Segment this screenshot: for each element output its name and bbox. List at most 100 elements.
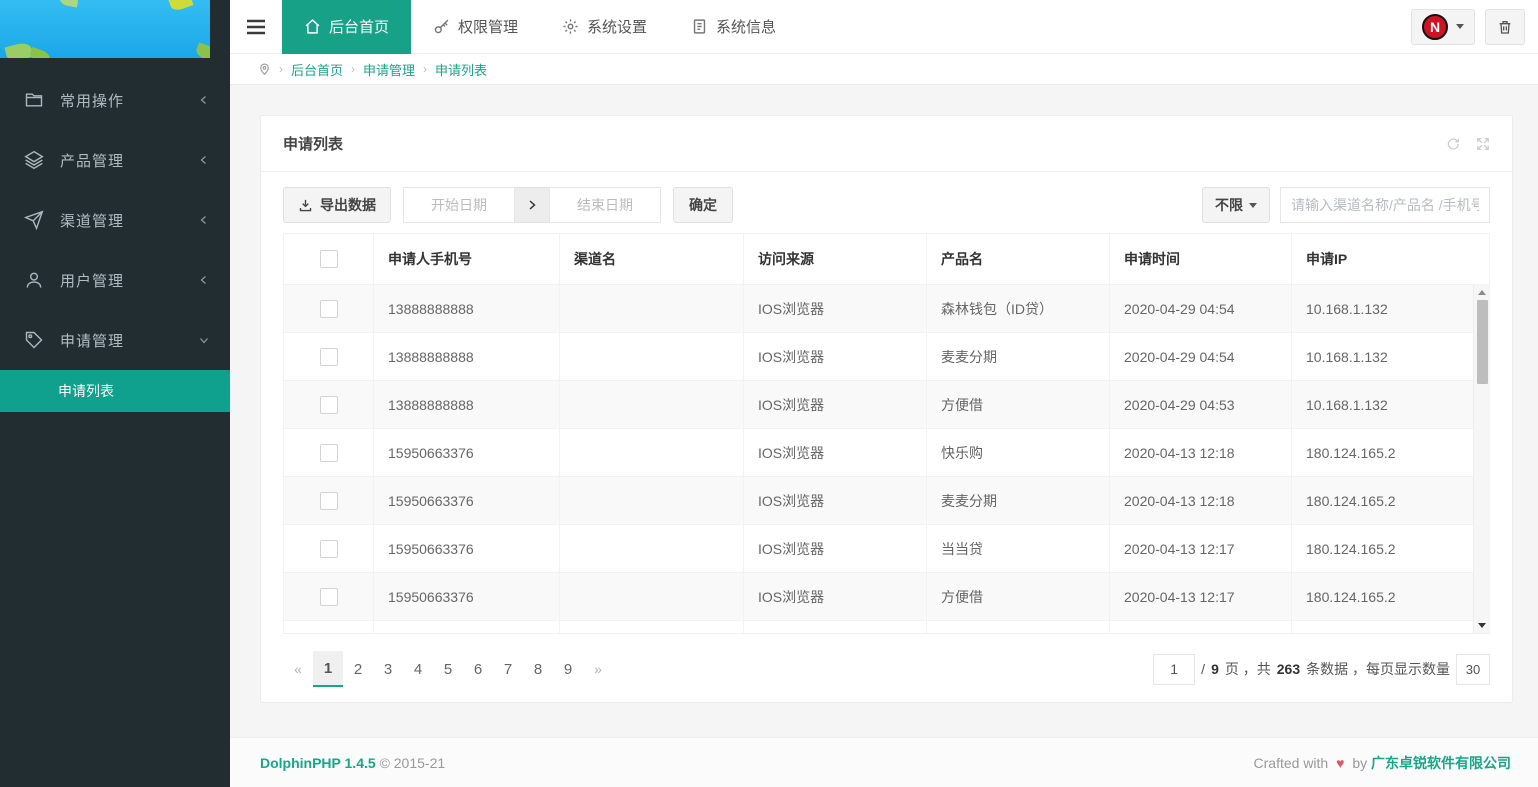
search-input[interactable] — [1280, 187, 1490, 223]
refresh-icon[interactable] — [1446, 137, 1460, 151]
cell-phone: 15950663376 — [374, 429, 560, 477]
sidebar-item-products[interactable]: 产品管理 — [0, 130, 230, 190]
tab-label: 系统设置 — [587, 16, 647, 37]
start-date-input[interactable] — [403, 187, 515, 223]
footer: DolphinPHP 1.4.5 © 2015-21 Crafted with … — [230, 737, 1538, 787]
page-button-3[interactable]: 3 — [373, 651, 403, 687]
breadcrumb-separator: › — [351, 62, 355, 76]
page-button-7[interactable]: 7 — [493, 651, 523, 687]
cell-channel — [560, 621, 744, 635]
table-row: 15950663376 IOS浏览器 当当贷 2020-04-13 12:17 … — [284, 525, 1490, 573]
avatar: N — [1422, 14, 1448, 40]
cell-product: 当当贷 — [927, 525, 1110, 573]
row-checkbox[interactable] — [320, 540, 338, 558]
caret-down-icon — [1456, 24, 1464, 29]
export-data-label: 导出数据 — [320, 195, 376, 215]
cell-source: IOS浏览器 — [744, 429, 927, 477]
table-row: 15950663376 IOS浏览器 方便借 2020-04-13 12:17 … — [284, 573, 1490, 621]
cell-phone: 15950663376 — [374, 477, 560, 525]
sidebar-item-users[interactable]: 用户管理 — [0, 250, 230, 310]
row-checkbox[interactable] — [320, 300, 338, 318]
prev-page-button[interactable]: « — [283, 651, 313, 687]
breadcrumb-item-applications[interactable]: 申请管理 — [363, 60, 415, 79]
tab-label: 系统信息 — [716, 16, 776, 37]
clear-cache-button[interactable] — [1485, 9, 1525, 45]
cell-time: 2020-04-13 12:17 — [1110, 525, 1292, 573]
breadcrumb-item-application-list[interactable]: 申请列表 — [435, 60, 487, 79]
home-icon — [304, 18, 321, 35]
page-size-input[interactable] — [1456, 654, 1490, 685]
sidebar-subitem-application-list[interactable]: 申请列表 — [0, 370, 230, 412]
scrollbar-thumb[interactable] — [1477, 300, 1488, 384]
tab-system-info[interactable]: 系统信息 — [669, 0, 798, 54]
table-row: 15950663376 IOS浏览器 快乐购 2020-04-13 12:18 … — [284, 429, 1490, 477]
date-range-arrow-button[interactable] — [515, 187, 549, 223]
footer-copyright: © 2015-21 — [380, 755, 446, 771]
breadcrumb-item-dashboard[interactable]: 后台首页 — [291, 60, 343, 79]
page-button-4[interactable]: 4 — [403, 651, 433, 687]
page-button-2[interactable]: 2 — [343, 651, 373, 687]
select-all-checkbox[interactable] — [320, 250, 338, 268]
cell-ip: 180.124.165.2 — [1292, 573, 1490, 621]
heart-icon: ♥ — [1336, 755, 1344, 771]
cell-time: 2020-04-13 12:18 — [1110, 477, 1292, 525]
row-checkbox[interactable] — [320, 444, 338, 462]
tab-system-settings[interactable]: 系统设置 — [540, 0, 669, 54]
cell-product: 方便借 — [927, 381, 1110, 429]
row-checkbox[interactable] — [320, 492, 338, 510]
scrollbar-down-icon[interactable] — [1478, 623, 1486, 628]
sidebar-item-label: 产品管理 — [60, 150, 198, 171]
cell-channel — [560, 429, 744, 477]
row-checkbox[interactable] — [320, 396, 338, 414]
next-page-button[interactable]: » — [583, 651, 613, 687]
breadcrumb-separator: › — [423, 62, 427, 76]
end-date-input[interactable] — [549, 187, 661, 223]
cell-time: 2020-04-29 04:54 — [1110, 333, 1292, 381]
page-button-8[interactable]: 8 — [523, 651, 553, 687]
column-header-time: 申请时间 — [1110, 234, 1292, 285]
card-body: 导出数据 确定 不限 — [261, 172, 1512, 702]
row-checkbox[interactable] — [320, 588, 338, 606]
confirm-label: 确定 — [689, 195, 717, 215]
page-button-1[interactable]: 1 — [313, 651, 343, 687]
column-header-ip: 申请IP — [1292, 234, 1490, 285]
sidebar-item-common-ops[interactable]: 常用操作 — [0, 70, 230, 130]
column-header-phone: 申请人手机号 — [374, 234, 560, 285]
sidebar-item-channels[interactable]: 渠道管理 — [0, 190, 230, 250]
fullscreen-icon[interactable] — [1476, 137, 1490, 151]
page-button-6[interactable]: 6 — [463, 651, 493, 687]
sidebar-item-applications[interactable]: 申请管理 — [0, 310, 230, 370]
total-pages: 9 — [1211, 661, 1219, 677]
confirm-button[interactable]: 确定 — [673, 187, 733, 223]
tab-permissions[interactable]: 权限管理 — [411, 0, 540, 54]
current-page-input[interactable] — [1153, 654, 1195, 685]
cell-source: IOS浏览器 — [744, 333, 927, 381]
footer-brand-link[interactable]: DolphinPHP 1.4.5 — [260, 755, 376, 771]
row-checkbox[interactable] — [320, 348, 338, 366]
user-menu-button[interactable]: N — [1411, 9, 1475, 45]
cell-phone: 15950663376 — [374, 525, 560, 573]
filter-dropdown-button[interactable]: 不限 — [1202, 187, 1270, 223]
export-data-button[interactable]: 导出数据 — [283, 187, 391, 223]
cell-channel — [560, 525, 744, 573]
top-navbar: 后台首页 权限管理 系统设置 系统信息 N — [230, 0, 1538, 54]
hamburger-menu-icon[interactable] — [230, 0, 282, 54]
table-scrollbar[interactable] — [1473, 285, 1490, 633]
cell-phone: 13888888888 — [374, 381, 560, 429]
tab-label: 权限管理 — [458, 16, 518, 37]
total-records: 263 — [1277, 661, 1300, 677]
tab-dashboard[interactable]: 后台首页 — [282, 0, 411, 54]
table-viewport: 申请人手机号 渠道名 访问来源 产品名 申请时间 申请IP 1 — [283, 233, 1490, 634]
table-row: 13888888888 IOS浏览器 森林钱包（ID贷） 2020-04-29 … — [284, 285, 1490, 333]
cell-product — [927, 621, 1110, 635]
info-slash: / — [1201, 661, 1205, 677]
info-records-suffix: 条数据 ，每页显示数量 — [1306, 659, 1450, 679]
cell-phone: 13888888888 — [374, 333, 560, 381]
scrollbar-up-icon[interactable] — [1478, 290, 1486, 295]
page-button-9[interactable]: 9 — [553, 651, 583, 687]
footer-company-link[interactable]: 广东卓锐软件有限公司 — [1371, 755, 1511, 771]
cell-channel — [560, 333, 744, 381]
page-button-5[interactable]: 5 — [433, 651, 463, 687]
sidebar-item-label: 用户管理 — [60, 270, 198, 291]
cell-ip: 180.124.165.2 — [1292, 525, 1490, 573]
